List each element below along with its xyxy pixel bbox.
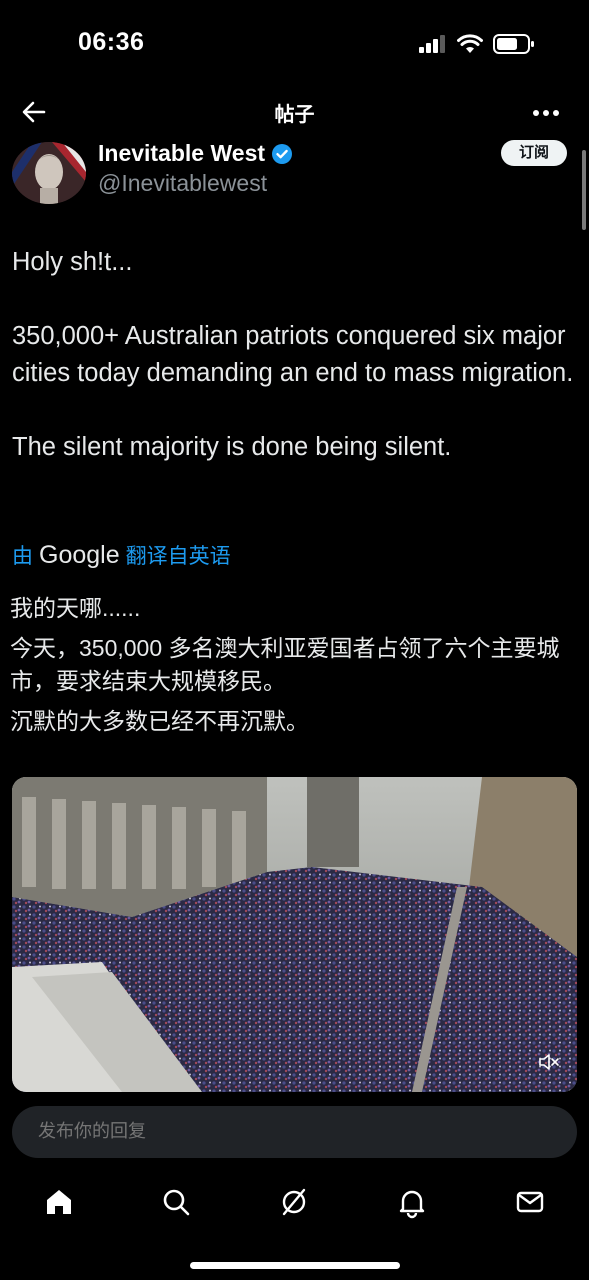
translated-text: 我的天哪...... 今天，350,000 多名澳大利亚爱国者占领了六个主要城市… (10, 592, 580, 745)
author-handle: @Inevitablewest (98, 170, 268, 196)
avatar[interactable] (12, 142, 86, 204)
status-bar: 06:36 (0, 0, 589, 88)
messages-icon[interactable] (512, 1184, 548, 1220)
translation-prefix: 由 (12, 545, 33, 568)
status-icons (419, 34, 535, 54)
tweet-paragraph: 350,000+ Australian patriots conquered s… (12, 322, 574, 387)
status-time: 06:36 (78, 28, 145, 56)
home-icon[interactable] (41, 1184, 77, 1220)
battery-icon (493, 34, 534, 54)
author-name-row: Inevitable West (98, 140, 293, 167)
wifi-icon (457, 34, 483, 53)
tweet-author: Inevitable West @Inevitablewest 订阅 (0, 140, 589, 212)
scroll-indicator[interactable] (582, 150, 586, 230)
tweet-paragraph: The silent majority is done being silent… (12, 433, 452, 461)
signal-icon (419, 35, 445, 53)
nav-header: 帖子 (0, 88, 589, 142)
verified-badge-icon (272, 143, 293, 164)
translated-paragraph: 我的天哪...... (10, 595, 141, 621)
page-title: 帖子 (274, 104, 315, 126)
translated-paragraph: 沉默的大多数已经不再沉默。 (10, 708, 309, 734)
home-indicator[interactable] (190, 1262, 400, 1269)
grok-icon[interactable] (276, 1184, 312, 1220)
author-name[interactable]: Inevitable West (98, 140, 265, 167)
translated-paragraph: 今天，350,000 多名澳大利亚爱国者占领了六个主要城市，要求结束大规模移民。 (10, 635, 560, 694)
tweet-paragraph: Holy sh!t... (12, 248, 133, 276)
translation-attribution[interactable]: 由 Google 翻译自英语 (12, 540, 231, 570)
search-icon[interactable] (158, 1184, 194, 1220)
subscribe-button[interactable]: 订阅 (501, 140, 567, 166)
mute-icon[interactable] (537, 1050, 561, 1074)
translation-suffix: 翻译自英语 (125, 545, 231, 568)
reply-bar[interactable] (12, 1106, 577, 1158)
reply-input[interactable] (36, 1120, 460, 1143)
more-options-icon[interactable] (531, 108, 561, 118)
google-logo: Google (39, 540, 120, 569)
tweet-video[interactable] (12, 777, 577, 1092)
tweet-text: Holy sh!t... 350,000+ Australian patriot… (12, 244, 582, 503)
video-frame (12, 777, 577, 1092)
notifications-icon[interactable] (394, 1184, 430, 1220)
